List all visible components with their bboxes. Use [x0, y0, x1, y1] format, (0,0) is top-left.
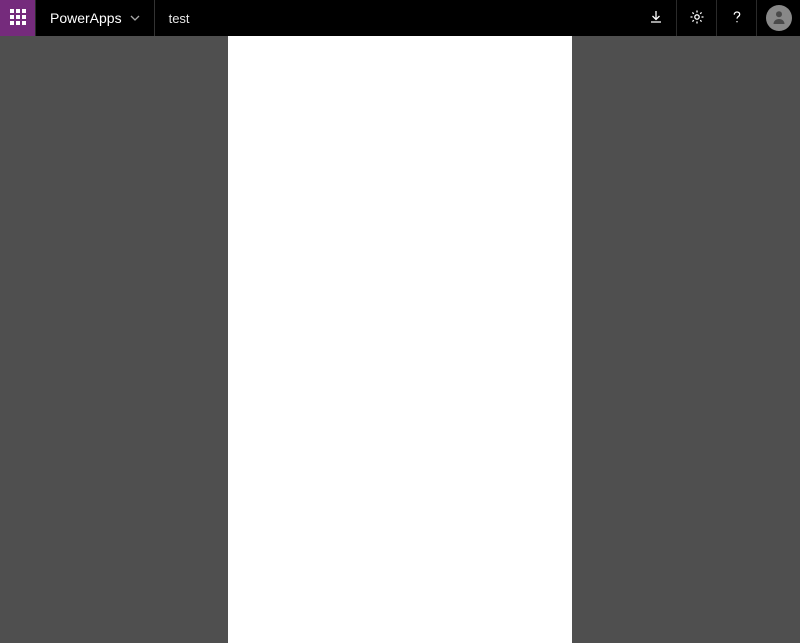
person-icon	[771, 9, 787, 28]
app-name-text: test	[169, 11, 190, 26]
topbar-spacer	[204, 0, 636, 36]
chevron-down-icon	[130, 11, 140, 26]
account-button[interactable]	[756, 0, 800, 36]
avatar-circle	[766, 5, 792, 31]
app-canvas[interactable]	[228, 36, 572, 643]
settings-button[interactable]	[676, 0, 716, 36]
waffle-icon	[10, 9, 26, 28]
download-button[interactable]	[636, 0, 676, 36]
app-name-label: test	[155, 0, 204, 36]
help-icon	[729, 9, 745, 28]
brand-label: PowerApps	[50, 10, 122, 26]
canvas-stage	[0, 36, 800, 643]
help-button[interactable]	[716, 0, 756, 36]
top-bar: PowerApps test	[0, 0, 800, 36]
brand-dropdown[interactable]: PowerApps	[36, 0, 155, 36]
download-icon	[648, 9, 664, 28]
app-launcher-button[interactable]	[0, 0, 36, 36]
gear-icon	[689, 9, 705, 28]
